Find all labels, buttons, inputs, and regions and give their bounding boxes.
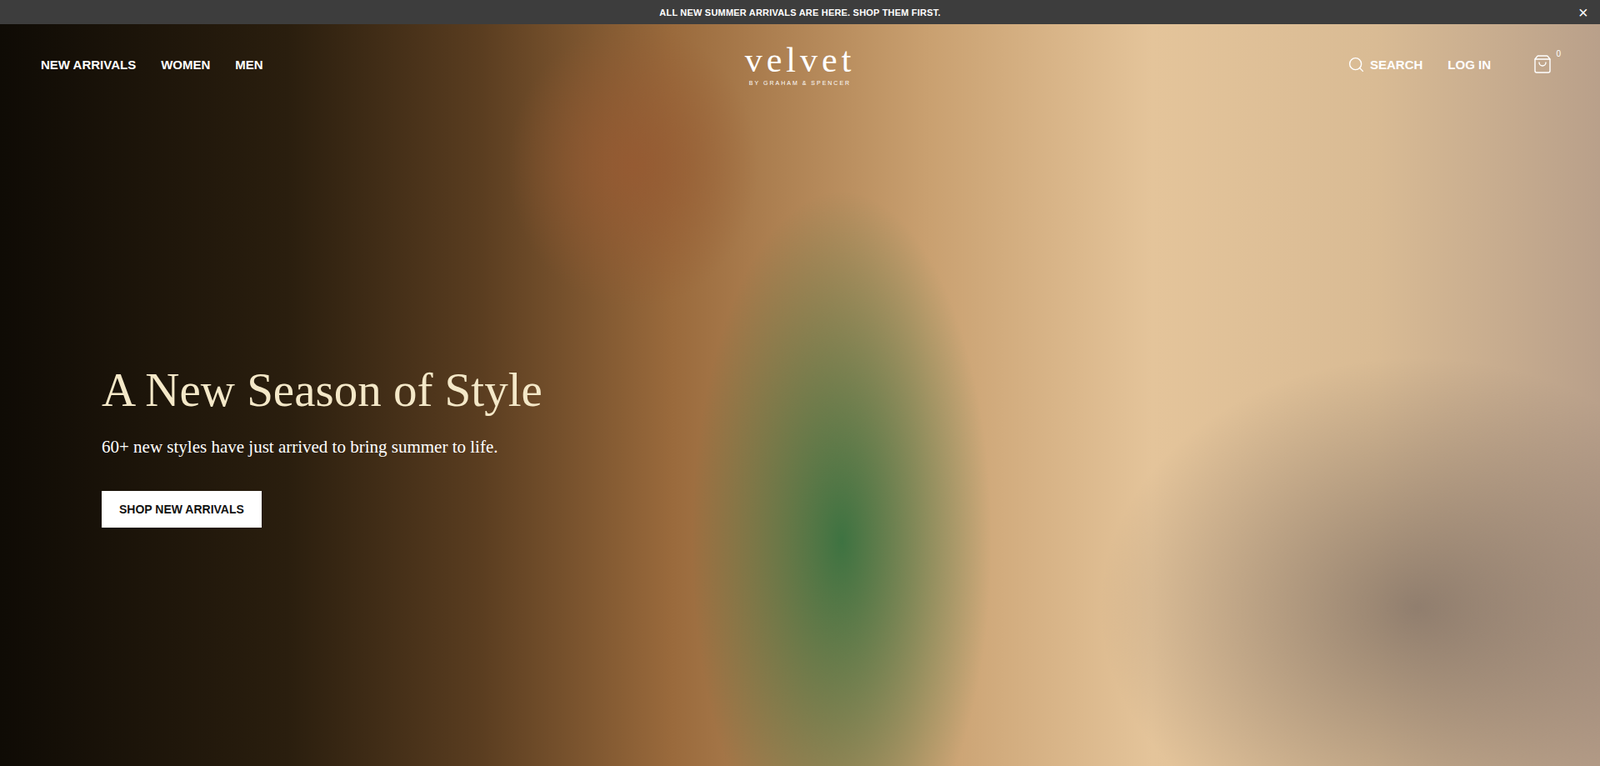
hero-content: A New Season of Style 60+ new styles have… — [0, 364, 1600, 528]
search-link[interactable]: SEARCH — [1347, 55, 1423, 74]
announcement-bar: ALL NEW SUMMER ARRIVALS ARE HERE. SHOP T… — [0, 0, 1600, 25]
login-link[interactable]: LOG IN — [1447, 57, 1491, 72]
shop-button[interactable]: SHOP NEW ARRIVALS — [101, 490, 262, 528]
page: ALL NEW SUMMER ARRIVALS ARE HERE. SHOP T… — [0, 0, 1600, 766]
cart-count: 0 — [1555, 49, 1561, 59]
hero-subtitle: 60+ new styles have just arrived to brin… — [101, 436, 499, 458]
nav-link[interactable]: NEW ARRIVALS — [40, 57, 136, 72]
nav-link[interactable]: WOMEN — [160, 57, 210, 72]
bag-icon — [1532, 54, 1553, 75]
hero: NEW ARRIVALS WOMEN MEN velvet BY GRAHAM & SP… — [0, 24, 1600, 766]
header-actions: SEARCH LOG IN 0 — [855, 54, 1560, 75]
logo-name: velvet — [745, 42, 856, 78]
search-icon — [1347, 55, 1365, 74]
announcement-text[interactable]: ALL NEW SUMMER ARRIVALS ARE HERE. SHOP T… — [33, 7, 1567, 18]
hero-title: A New Season of Style — [101, 364, 543, 417]
main-nav: NEW ARRIVALS WOMEN MEN — [40, 57, 745, 72]
site-header: NEW ARRIVALS WOMEN MEN velvet BY GRAHAM & SP… — [0, 24, 1600, 86]
logo[interactable]: velvet BY GRAHAM & SPENCER — [745, 42, 856, 86]
cart-button[interactable]: 0 — [1532, 54, 1560, 75]
close-button[interactable]: × — [1566, 4, 1600, 21]
nav-link[interactable]: MEN — [235, 57, 263, 72]
logo-tagline: BY GRAHAM & SPENCER — [749, 80, 851, 86]
